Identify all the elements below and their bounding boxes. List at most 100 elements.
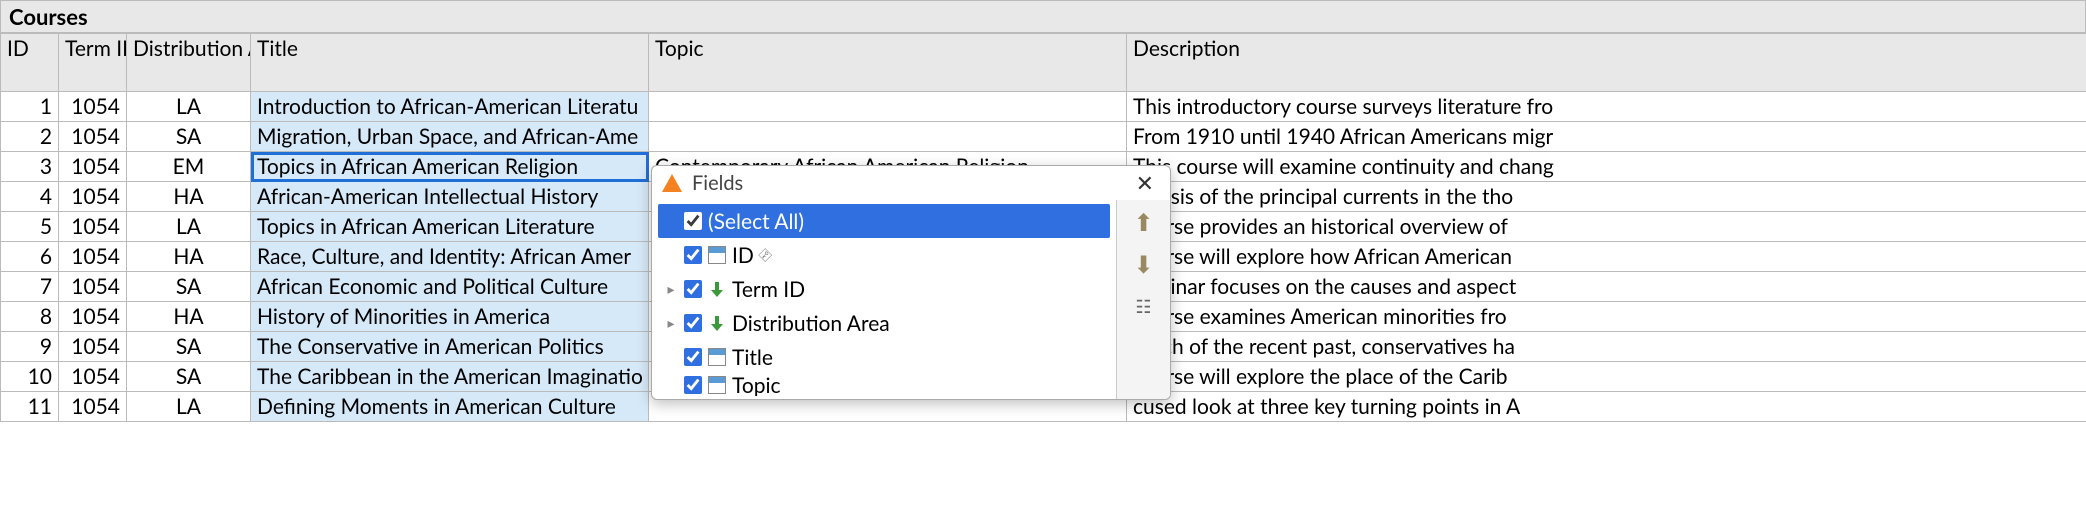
field-row-id[interactable]: ID ⚿ <box>658 238 1110 272</box>
fields-list: (Select All) ID ⚿ ▸ Term ID ▸ Distributi… <box>652 200 1116 399</box>
cell-term-id[interactable]: 1054 <box>59 212 127 242</box>
field-label-topic: Topic <box>732 374 781 396</box>
tree-view-icon[interactable]: ☷ <box>1130 292 1158 320</box>
popup-header: Fields ✕ <box>652 166 1170 200</box>
cell-distribution-area[interactable]: HA <box>127 182 251 212</box>
cell-title[interactable]: Topics in African American Literature <box>251 212 649 242</box>
column-header-topic[interactable]: Topic <box>649 34 1127 92</box>
field-label-id: ID <box>732 243 754 268</box>
field-label-term-id: Term ID <box>732 277 805 302</box>
cell-description[interactable]: course provides an historical overview o… <box>1127 212 2086 242</box>
cell-distribution-area[interactable]: LA <box>127 212 251 242</box>
cell-id[interactable]: 4 <box>1 182 59 212</box>
cell-distribution-area[interactable]: SA <box>127 362 251 392</box>
field-row-select-all[interactable]: (Select All) <box>658 204 1110 238</box>
cell-distribution-area[interactable]: LA <box>127 92 251 122</box>
cell-term-id[interactable]: 1054 <box>59 362 127 392</box>
cell-title[interactable]: History of Minorities in America <box>251 302 649 332</box>
cell-term-id[interactable]: 1054 <box>59 392 127 422</box>
move-up-icon[interactable]: ⬆ <box>1130 208 1158 236</box>
cell-title[interactable]: Race, Culture, and Identity: African Ame… <box>251 242 649 272</box>
cell-distribution-area[interactable]: HA <box>127 302 251 332</box>
cell-id[interactable]: 9 <box>1 332 59 362</box>
cell-distribution-area[interactable]: SA <box>127 332 251 362</box>
cell-term-id[interactable]: 1054 <box>59 272 127 302</box>
column-icon <box>708 348 726 366</box>
cell-id[interactable]: 3 <box>1 152 59 182</box>
table-row[interactable]: 11054LAIntroduction to African-American … <box>1 92 2086 122</box>
cell-description[interactable]: much of the recent past, conservatives h… <box>1127 332 2086 362</box>
move-down-icon[interactable]: ⬇ <box>1130 250 1158 278</box>
cell-term-id[interactable]: 1054 <box>59 242 127 272</box>
cell-distribution-area[interactable]: SA <box>127 272 251 302</box>
cell-description[interactable]: This course will examine continuity and … <box>1127 152 2086 182</box>
cell-topic[interactable] <box>649 122 1127 152</box>
cell-term-id[interactable]: 1054 <box>59 152 127 182</box>
cell-title[interactable]: African Economic and Political Culture <box>251 272 649 302</box>
cell-description[interactable]: course will explore how African American <box>1127 242 2086 272</box>
cell-id[interactable]: 1 <box>1 92 59 122</box>
cell-term-id[interactable]: 1054 <box>59 302 127 332</box>
checkbox-term-id[interactable] <box>684 280 702 298</box>
cell-title[interactable]: The Caribbean in the American Imaginatio <box>251 362 649 392</box>
field-row-term-id[interactable]: ▸ Term ID <box>658 272 1110 306</box>
cell-description[interactable]: nalysis of the principal currents in the… <box>1127 182 2086 212</box>
cell-title[interactable]: The Conservative in American Politics <box>251 332 649 362</box>
cell-distribution-area[interactable]: SA <box>127 122 251 152</box>
field-label-distribution-area: Distribution Area <box>732 311 890 336</box>
cell-id[interactable]: 2 <box>1 122 59 152</box>
cell-description[interactable]: This introductory course surveys literat… <box>1127 92 2086 122</box>
table-row[interactable]: 21054SAMigration, Urban Space, and Afric… <box>1 122 2086 152</box>
cell-description[interactable]: course examines American minorities fro <box>1127 302 2086 332</box>
field-row-distribution-area[interactable]: ▸ Distribution Area <box>658 306 1110 340</box>
cell-description[interactable]: seminar focuses on the causes and aspect <box>1127 272 2086 302</box>
cell-title[interactable]: Introduction to African-American Literat… <box>251 92 649 122</box>
cell-term-id[interactable]: 1054 <box>59 182 127 212</box>
link-arrow-icon <box>708 314 726 332</box>
column-header-distribution-area[interactable]: Distribution Area <box>127 34 251 92</box>
column-icon <box>708 376 726 394</box>
cell-id[interactable]: 11 <box>1 392 59 422</box>
checkbox-id[interactable] <box>684 246 702 264</box>
cell-title[interactable]: Migration, Urban Space, and African-Ame <box>251 122 649 152</box>
popup-side-tools: ⬆ ⬇ ☷ <box>1116 200 1170 399</box>
field-row-title[interactable]: Title <box>658 340 1110 374</box>
cell-distribution-area[interactable]: EM <box>127 152 251 182</box>
column-header-description[interactable]: Description <box>1127 34 2086 92</box>
cell-description[interactable]: course will explore the place of the Car… <box>1127 362 2086 392</box>
checkbox-topic[interactable] <box>684 376 702 394</box>
cell-title[interactable]: Defining Moments in American Culture <box>251 392 649 422</box>
expand-icon[interactable]: ▸ <box>664 314 678 332</box>
fields-popup: Fields ✕ (Select All) ID ⚿ ▸ Term ID <box>651 165 1171 400</box>
close-icon[interactable]: ✕ <box>1130 170 1160 196</box>
cell-id[interactable]: 5 <box>1 212 59 242</box>
cell-id[interactable]: 6 <box>1 242 59 272</box>
cell-title[interactable]: African-American Intellectual History <box>251 182 649 212</box>
cell-id[interactable]: 10 <box>1 362 59 392</box>
checkbox-title[interactable] <box>684 348 702 366</box>
cell-term-id[interactable]: 1054 <box>59 332 127 362</box>
checkbox-distribution-area[interactable] <box>684 314 702 332</box>
expand-icon[interactable]: ▸ <box>664 280 678 298</box>
app-triangle-icon <box>662 174 682 192</box>
cell-term-id[interactable]: 1054 <box>59 92 127 122</box>
cell-term-id[interactable]: 1054 <box>59 122 127 152</box>
cell-topic[interactable] <box>649 92 1127 122</box>
cell-distribution-area[interactable]: HA <box>127 242 251 272</box>
field-label-select-all: (Select All) <box>708 209 804 234</box>
cell-id[interactable]: 8 <box>1 302 59 332</box>
field-row-topic[interactable]: Topic <box>658 374 1110 396</box>
column-header-term-id[interactable]: Term ID <box>59 34 127 92</box>
column-header-title[interactable]: Title <box>251 34 649 92</box>
column-header-id[interactable]: ID <box>1 34 59 92</box>
cell-title[interactable]: Topics in African American Religion <box>251 152 649 182</box>
cell-distribution-area[interactable]: LA <box>127 392 251 422</box>
cell-id[interactable]: 7 <box>1 272 59 302</box>
checkbox-select-all[interactable] <box>684 212 702 230</box>
cell-description[interactable]: cused look at three key turning points i… <box>1127 392 2086 422</box>
column-icon <box>708 246 726 264</box>
cell-description[interactable]: From 1910 until 1940 African Americans m… <box>1127 122 2086 152</box>
link-arrow-icon <box>708 280 726 298</box>
panel-title: Courses <box>0 0 2086 33</box>
key-icon: ⚿ <box>755 245 775 265</box>
